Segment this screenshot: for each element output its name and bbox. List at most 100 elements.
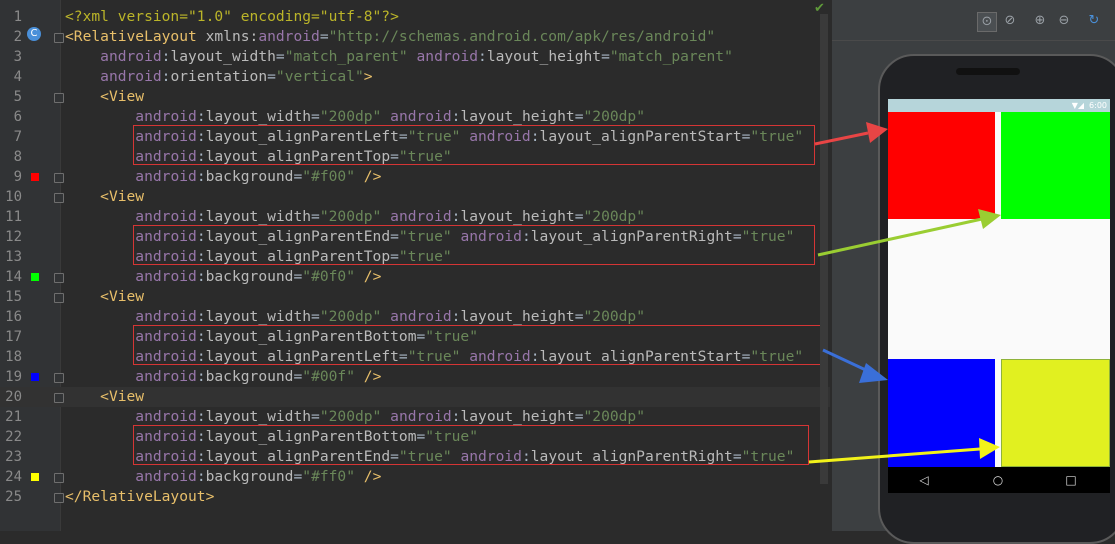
code-line[interactable]: 24 android:background="#ff0" /> (0, 467, 830, 487)
code-line[interactable]: 19 android:background="#00f" /> (0, 367, 830, 387)
highlight-box-blue (133, 325, 822, 365)
code-token: background (205, 468, 294, 485)
zoom-fit-icon[interactable]: ⊙ (977, 12, 997, 32)
fold-toggle-icon[interactable] (54, 33, 64, 43)
fold-toggle-icon[interactable] (54, 93, 64, 103)
color-swatch-icon[interactable] (31, 373, 39, 381)
code-token: = (574, 408, 584, 425)
code-line[interactable]: 11 android:layout_width="200dp" android:… (0, 207, 830, 227)
zoom-in-icon[interactable]: ⊕ (1031, 12, 1049, 30)
code-token: layout_width (205, 308, 312, 325)
code-token: android (390, 208, 452, 225)
highlight-box-red (133, 125, 815, 165)
code-line[interactable]: 5 <View (0, 87, 830, 107)
fold-toggle-icon[interactable] (54, 473, 64, 483)
code-token: "200dp" (583, 108, 646, 125)
line-number: 5 (13, 89, 22, 105)
code-line[interactable]: 10 <View (0, 187, 830, 207)
fold-toggle-icon[interactable] (54, 293, 64, 303)
fold-toggle-icon[interactable] (54, 193, 64, 203)
editor-scrollbar[interactable] (820, 14, 828, 484)
fold-toggle-icon[interactable] (54, 373, 64, 383)
code-line[interactable]: 3 android:layout_width="match_parent" an… (0, 47, 830, 67)
color-swatch-icon[interactable] (31, 273, 39, 281)
code-line[interactable]: 14 android:background="#0f0" /> (0, 267, 830, 287)
line-number: 1 (13, 9, 22, 25)
line-number: 23 (5, 449, 22, 465)
code-line[interactable]: 16 android:layout_width="200dp" android:… (0, 307, 830, 327)
code-token: : (196, 268, 206, 285)
code-editor[interactable]: 1 <?xml version="1.0" encoding="utf-8"?> 2… (0, 0, 832, 531)
code-token: : (196, 168, 206, 185)
code-token: = (311, 108, 320, 125)
line-number: 2 (13, 29, 22, 45)
code-token: "200dp" (319, 308, 382, 325)
line-number: 21 (5, 409, 22, 425)
code-text: <View (65, 87, 144, 107)
code-token: : (196, 308, 206, 325)
code-line[interactable]: 21 android:layout_width="200dp" android:… (0, 407, 830, 427)
red-view (888, 112, 995, 219)
zoom-out-icon[interactable]: ⊖ (1055, 12, 1073, 30)
code-token: android (135, 308, 197, 325)
code-line[interactable]: 20 <View (0, 387, 830, 407)
code-token: "match_parent" (284, 48, 408, 65)
code-line[interactable]: 25 </RelativeLayout> (0, 487, 830, 507)
code-token: /> (363, 368, 382, 385)
line-number: 11 (5, 209, 22, 225)
highlight-box-green (133, 225, 815, 265)
color-swatch-icon[interactable] (31, 473, 39, 481)
code-token: = (319, 28, 329, 45)
code-token: = (275, 48, 285, 65)
line-number: 18 (5, 349, 22, 365)
fold-toggle-icon[interactable] (54, 393, 64, 403)
fold-toggle-icon[interactable] (54, 173, 64, 183)
code-line[interactable]: 1 <?xml version="1.0" encoding="utf-8"?> (0, 7, 830, 27)
code-token: "200dp" (319, 408, 382, 425)
check-icon: ✔ (814, 1, 825, 16)
code-token: <View (100, 88, 145, 105)
code-token: : (196, 408, 206, 425)
code-text: <View (65, 387, 144, 407)
code-line[interactable]: 4 android:orientation="vertical"> (0, 67, 830, 87)
code-token: "200dp" (583, 408, 646, 425)
code-token: android (135, 268, 197, 285)
code-token: "#f00" (302, 168, 355, 185)
code-token: = (311, 308, 320, 325)
code-token: background (205, 268, 294, 285)
code-line[interactable]: 2 <RelativeLayout xmlns:android="http://s… (0, 27, 830, 47)
line-number: 3 (13, 49, 22, 65)
code-token: = (574, 208, 584, 225)
back-icon[interactable]: ◁ (914, 467, 934, 493)
refresh-icon[interactable]: ↻ (1085, 12, 1103, 30)
line-number: 16 (5, 309, 22, 325)
line-number: 25 (5, 489, 22, 505)
code-token: android (135, 468, 197, 485)
code-line[interactable]: 9 android:background="#f00" /> (0, 167, 830, 187)
recent-apps-icon[interactable]: □ (1061, 467, 1081, 493)
color-swatch-icon[interactable] (31, 173, 39, 181)
zoom-actual-icon[interactable]: ⊘ (1001, 12, 1019, 30)
line-number: 9 (13, 169, 22, 185)
fold-toggle-icon[interactable] (54, 493, 64, 503)
code-line[interactable]: 6 android:layout_width="200dp" android:l… (0, 107, 830, 127)
code-token: "#ff0" (302, 468, 355, 485)
line-number: 14 (5, 269, 22, 285)
code-token: </RelativeLayout> (65, 488, 215, 505)
fold-toggle-icon[interactable] (54, 273, 64, 283)
code-line[interactable]: 15 <View (0, 287, 830, 307)
home-icon[interactable]: ○ (988, 467, 1008, 493)
